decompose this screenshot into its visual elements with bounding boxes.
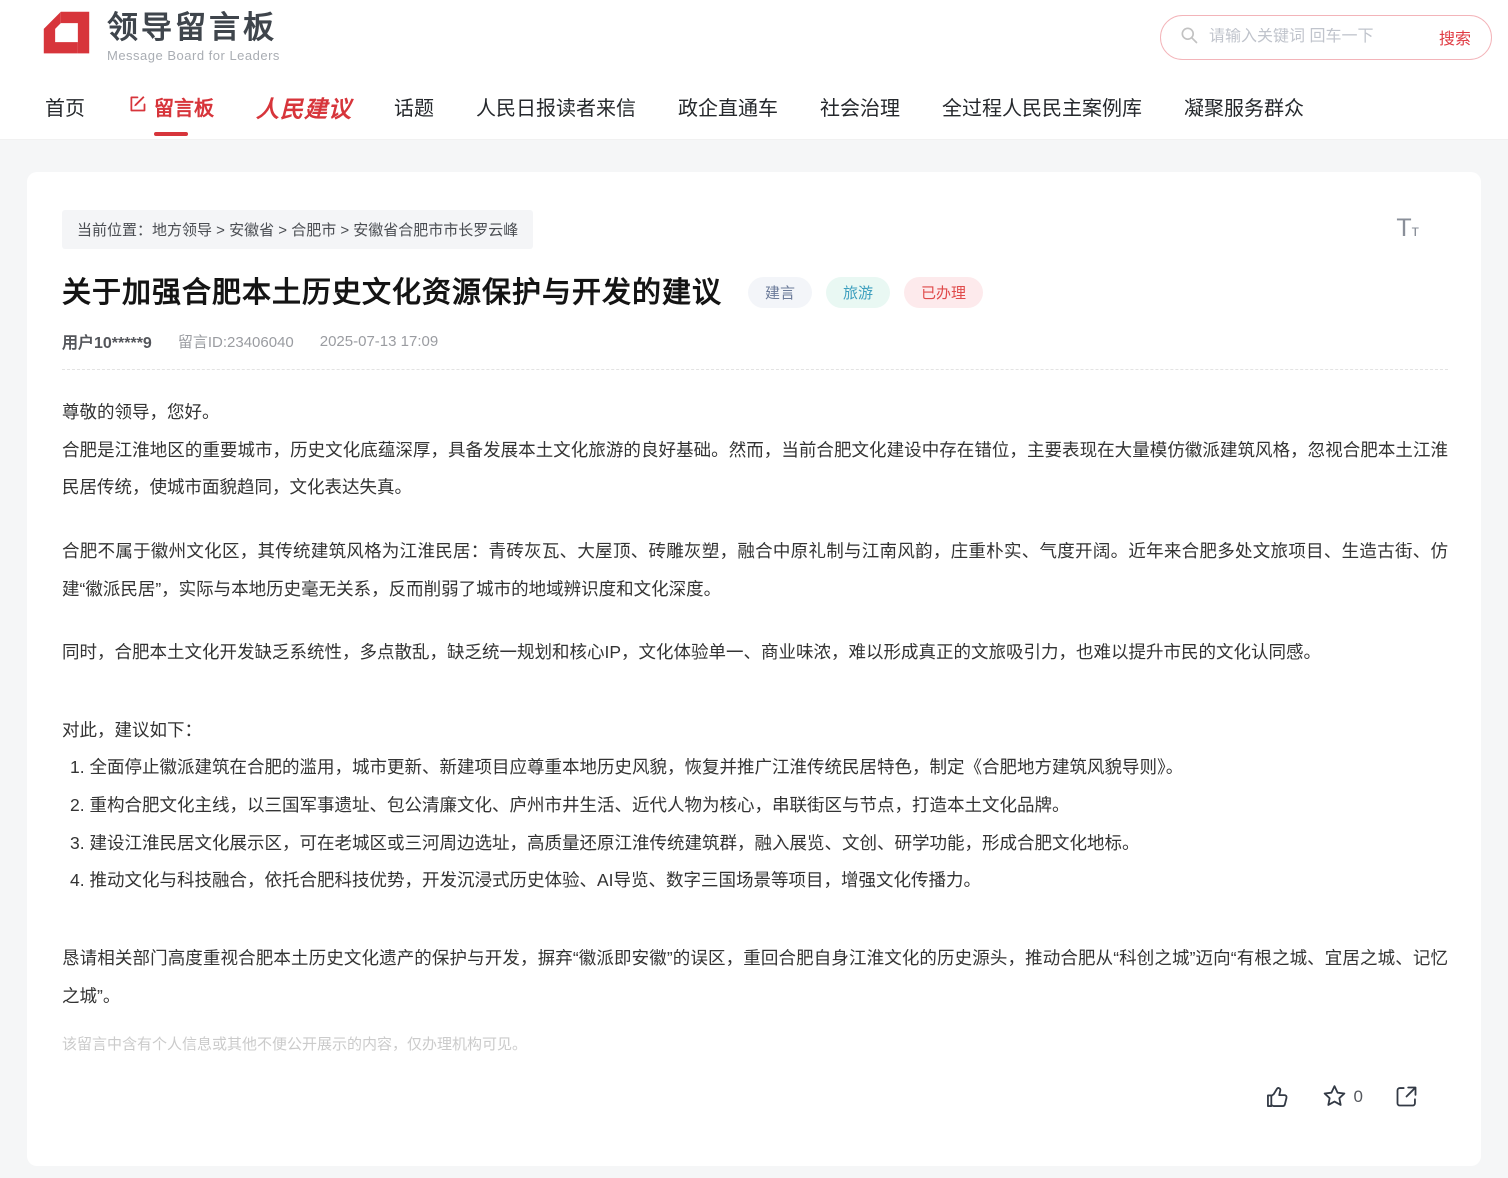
page-title: 关于加强合肥本土历史文化资源保护与开发的建议: [62, 277, 723, 309]
font-size-small-glyph: т: [1411, 223, 1419, 240]
nav-item-readers-letters[interactable]: 人民日报读者来信: [476, 92, 636, 121]
logo-icon: [40, 8, 93, 66]
paragraph: 合肥不属于徽州文化区，其传统建筑风格为江淮民居：青砖灰瓦、大屋顶、砖雕灰塑，融合…: [62, 540, 1448, 599]
thumbs-up-icon: [1264, 1083, 1291, 1110]
suggestion-item: 2. 重构合肥文化主线，以三国军事遗址、包公清廉文化、庐州市井生活、近代人物为核…: [70, 795, 1070, 815]
logo-title: 领导留言板: [107, 10, 277, 46]
star-icon: [1321, 1083, 1348, 1110]
search-icon: [1179, 25, 1199, 50]
share-button[interactable]: [1393, 1083, 1420, 1110]
main-nav: 首页 留言板 人民建议 话题 人民日报读者来信 政企直通车 社会治理 全过程人民…: [0, 74, 1508, 140]
paragraph: 对此，建议如下：: [62, 719, 202, 740]
font-size-large-glyph: T: [1396, 214, 1412, 242]
site-header: 领导留言板 Message Board for Leaders 搜索: [0, 0, 1508, 74]
compose-icon: [127, 93, 148, 120]
logo-subtitle: Message Board for Leaders: [107, 47, 280, 63]
font-size-icon[interactable]: Tт: [1396, 216, 1419, 241]
suggestion-item: 1. 全面停止徽派建筑在合肥的滥用，城市更新、新建项目应尊重本地历史风貌，恢复并…: [70, 757, 1184, 778]
nav-item-label: 留言板: [154, 98, 214, 120]
post-meta: 用户10*****9 留言ID:23406040 2025-07-13 17:0…: [62, 329, 1448, 353]
search-box[interactable]: 搜索: [1160, 14, 1492, 60]
search-button[interactable]: 搜索: [1439, 25, 1471, 49]
author-name: 用户10*****9: [62, 335, 152, 352]
site-logo[interactable]: 领导留言板 Message Board for Leaders: [40, 8, 280, 66]
content-background: 当前位置：地方领导 > 安徽省 > 合肥市 > 安徽省合肥市市长罗云峰 Tт 关…: [0, 140, 1508, 1178]
nav-item-people-suggestions[interactable]: 人民建议: [256, 90, 352, 124]
nav-item-democracy-cases[interactable]: 全过程人民民主案例库: [942, 92, 1142, 121]
nav-item-home[interactable]: 首页: [45, 92, 85, 121]
paragraph: 尊敬的领导，您好。: [62, 402, 220, 422]
nav-item-service-groups[interactable]: 凝聚服务群众: [1184, 92, 1304, 121]
tag-list: 建言 旅游 已办理: [748, 276, 984, 308]
post-body: 尊敬的领导，您好。 合肥是江淮地区的重要城市，历史文化底蕴深厚，具备发展本土文化…: [62, 394, 1448, 1061]
share-icon: [1393, 1083, 1420, 1110]
privacy-note: 该留言中含有个人信息或其他不便公开展示的内容，仅办理机构可见。: [62, 1036, 528, 1054]
favorite-button[interactable]: 0: [1321, 1083, 1363, 1110]
action-bar: 0: [62, 1083, 1448, 1110]
suggestion-item: 3. 建设江淮民居文化展示区，可在老城区或三河周边选址，高质量还原江淮传统建筑群…: [70, 832, 1140, 853]
paragraph: 同时，合肥本土文化开发缺乏系统性，多点散乱，缺乏统一规划和核心IP，文化体验单一…: [62, 642, 1322, 663]
nav-item-message-board[interactable]: 留言板: [127, 92, 214, 121]
dashed-divider: [62, 369, 1448, 370]
tag-topic: 旅游: [826, 276, 891, 308]
paragraph: 合肥是江淮地区的重要城市，历史文化底蕴深厚，具备发展本土文化旅游的良好基础。然而…: [62, 439, 1448, 498]
post-datetime: 2025-07-13 17:09: [319, 332, 439, 350]
search-input[interactable]: [1209, 28, 1439, 46]
tag-status: 已办理: [904, 276, 984, 308]
nav-item-gov-enterprise[interactable]: 政企直通车: [678, 92, 778, 121]
suggestion-item: 4. 推动文化与科技融合，依托合肥科技优势，开发沉浸式历史体验、AI导览、数字三…: [70, 870, 981, 891]
closing-paragraph: 恳请相关部门高度重视合肥本土历史文化遗产的保护与开发，摒弃“徽派即安徽”的误区，…: [62, 947, 1448, 1006]
message-card: 当前位置：地方领导 > 安徽省 > 合肥市 > 安徽省合肥市市长罗云峰 Tт 关…: [27, 172, 1481, 1167]
message-id: 留言ID:23406040: [177, 333, 294, 351]
nav-item-social-governance[interactable]: 社会治理: [820, 92, 900, 121]
breadcrumb[interactable]: 当前位置：地方领导 > 安徽省 > 合肥市 > 安徽省合肥市市长罗云峰: [62, 210, 534, 249]
favorite-count: 0: [1353, 1086, 1363, 1106]
like-button[interactable]: [1264, 1083, 1291, 1110]
tag-category: 建言: [748, 276, 813, 308]
nav-item-topics[interactable]: 话题: [394, 92, 434, 121]
